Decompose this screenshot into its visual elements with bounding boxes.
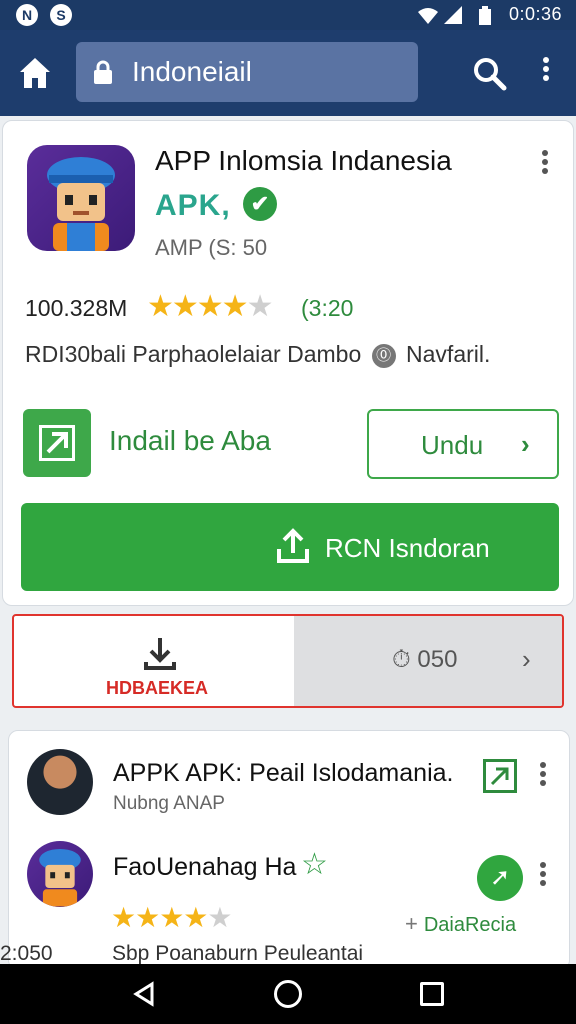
download-icon [144, 638, 176, 670]
bottom-text: Sbp Poanaburn Peuleantai [112, 942, 364, 965]
app-icon[interactable] [27, 145, 135, 251]
info-icon: ⓪ [371, 343, 396, 368]
app-title: APP Inlomsia Indanesia [155, 145, 452, 176]
download-progress-bar[interactable]: HDBAEKEA ⏱ 050 › [12, 614, 564, 708]
url-text: Indoneiail [132, 56, 252, 87]
search-icon[interactable] [470, 54, 510, 94]
recents-icon[interactable] [420, 982, 444, 1006]
install-icon[interactable] [23, 409, 91, 477]
notification-icon: N [16, 4, 38, 26]
app-description: RDI30bali Parphaolelaiar Dambo ⓪ Navfari… [25, 341, 490, 368]
home-icon[interactable] [14, 52, 56, 94]
add-icon: + [405, 911, 418, 936]
app-version: AMP (S: 50 [155, 235, 268, 260]
primary-download-button[interactable]: RCN Isndoran [21, 503, 559, 591]
favorite-star-icon[interactable]: ☆ [301, 847, 328, 882]
open-external-icon[interactable] [483, 759, 517, 793]
battery-icon [479, 6, 491, 25]
status-time: 0:0:36 [508, 4, 562, 24]
rating-stars: ★★★★★ [111, 902, 233, 933]
signal-icon [444, 6, 462, 24]
timer-text: ⏱ 050 [392, 646, 458, 673]
list-item-title[interactable]: APPK APK: Peail Islodamania. [113, 759, 453, 788]
description-text-1: RDI30bali Parphaolelaiar Dambo [25, 341, 362, 367]
upload-icon [277, 528, 309, 563]
chevron-right-icon[interactable]: › [522, 644, 531, 675]
more-vert-icon[interactable] [534, 54, 558, 94]
notification-icon-2: S [50, 4, 72, 26]
bottom-time: 2:050 [0, 942, 53, 965]
avatar[interactable] [27, 749, 93, 815]
url-bar[interactable]: Indoneiail [76, 42, 418, 102]
arrow-up-right-icon [490, 767, 509, 786]
launch-icon[interactable]: ➚ [477, 855, 523, 901]
list-item-title[interactable]: FaoUenahag Ha [113, 853, 296, 882]
chevron-right-icon: › [521, 429, 530, 459]
list-more-icon[interactable] [533, 859, 553, 895]
related-apps-card: APPK APK: Peail Islodamania. Nubng ANAP … [8, 730, 570, 970]
install-label[interactable]: Indail be Aba [109, 425, 271, 457]
unduh-button[interactable]: Undu › [367, 409, 559, 479]
description-text-2: Navfaril. [406, 341, 491, 367]
wifi-icon [418, 8, 438, 24]
card-more-icon[interactable] [535, 147, 555, 183]
arrow-up-right-icon [46, 432, 68, 454]
home-nav-icon[interactable] [274, 980, 302, 1008]
back-icon[interactable] [130, 980, 158, 1008]
game-character-icon [39, 848, 81, 907]
list-item-link[interactable]: + DaiaRecia [405, 911, 516, 937]
unduh-label: Undu [421, 430, 484, 460]
app-avatar[interactable] [27, 841, 93, 907]
system-nav-bar [0, 964, 576, 1024]
download-count: 100.328M [25, 295, 128, 321]
verified-check-icon: ✔ [243, 187, 277, 221]
download-bar-label: HDBAEKEA [106, 678, 209, 698]
game-character-icon [47, 157, 115, 251]
status-bar: N S 0:0:36 [0, 0, 576, 30]
link-label: DaiaRecia [423, 914, 517, 936]
primary-button-label: RCN Isndoran [325, 533, 490, 563]
app-detail-card: APP Inlomsia Indanesia APK, ✔ AMP (S: 50… [2, 120, 574, 606]
lock-icon [94, 60, 112, 84]
rating-stars: ★★★★★ [147, 290, 273, 323]
rating-count: (3:20 [301, 295, 354, 321]
apk-label: APK, [155, 189, 231, 222]
list-more-icon[interactable] [533, 759, 553, 795]
browser-toolbar: Indoneiail [0, 30, 576, 116]
list-item-subtitle: Nubng ANAP [113, 793, 225, 814]
